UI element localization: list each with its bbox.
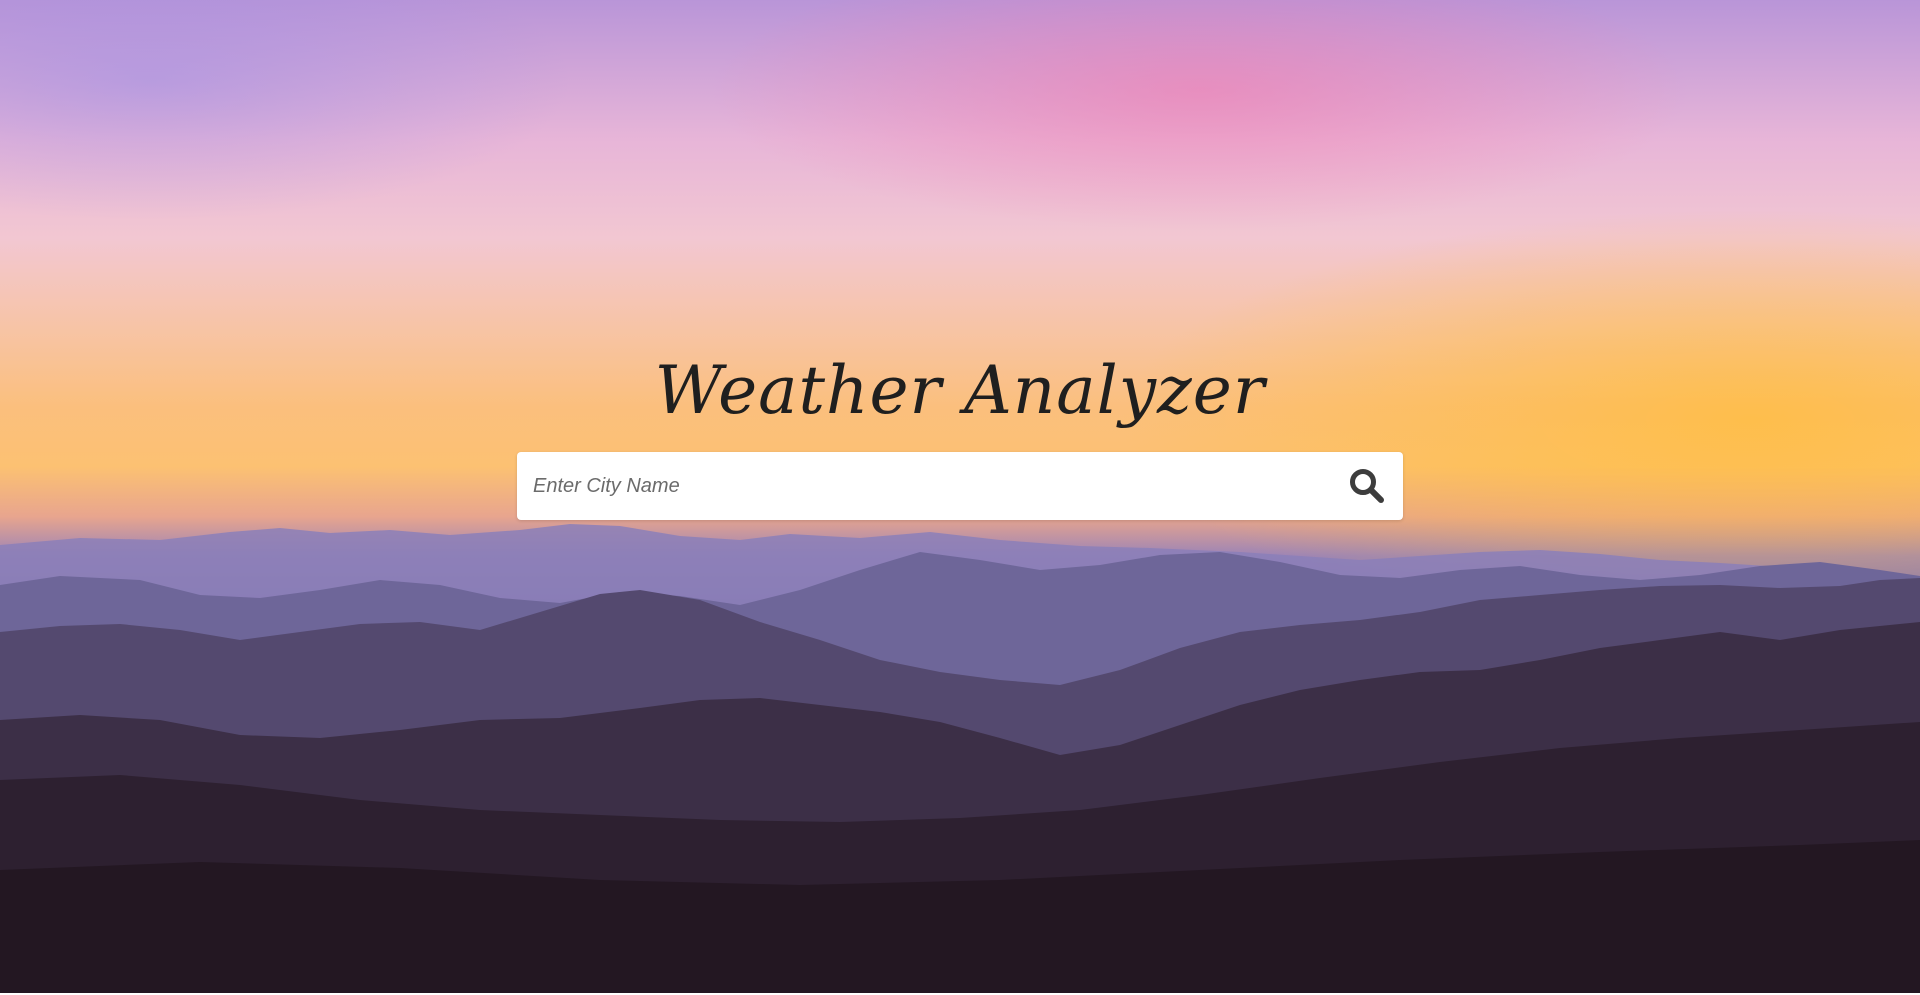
search-bar (517, 452, 1403, 520)
search-icon (1350, 469, 1384, 503)
city-search-input[interactable] (517, 452, 1331, 520)
main-content: Weather Analyzer (0, 0, 1920, 993)
page-title: Weather Analyzer (654, 352, 1266, 429)
search-button[interactable] (1331, 452, 1403, 520)
